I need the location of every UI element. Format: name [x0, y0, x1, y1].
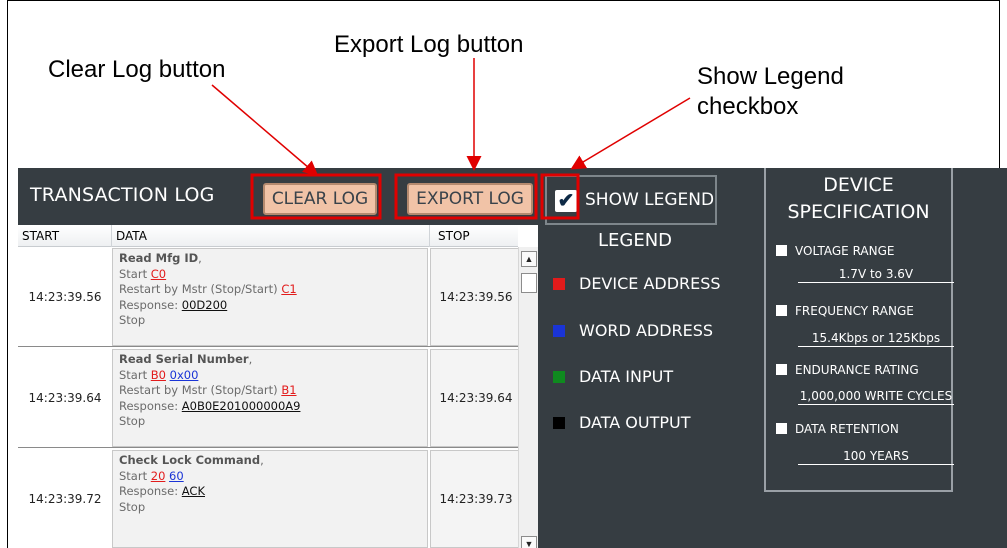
- page-title: TRANSACTION LOG: [30, 184, 215, 206]
- scroll-down-icon[interactable]: ▼: [521, 536, 537, 548]
- spec-label-voltage: VOLTAGE RANGE: [776, 244, 895, 258]
- bullet-icon: [776, 245, 787, 256]
- command-name: Read Serial Number: [119, 352, 249, 366]
- log-header: TRANSACTION LOG CLEAR LOG EXPORT LOG: [18, 168, 538, 225]
- legend-item-data-output: DATA OUTPUT: [553, 413, 691, 433]
- device-address: C0: [150, 266, 167, 281]
- start-time: 14:23:39.64: [28, 391, 102, 405]
- legend-label: DATA OUTPUT: [579, 413, 691, 432]
- legend-label: WORD ADDRESS: [579, 321, 714, 340]
- bullet-icon: [776, 364, 787, 375]
- column-header-stop: STOP: [438, 229, 470, 243]
- column-header-start: START: [22, 229, 60, 243]
- stop-time: 14:23:39.56: [430, 248, 522, 346]
- table-header: START DATA STOP: [18, 225, 518, 247]
- export-log-button[interactable]: EXPORT LOG: [407, 183, 533, 215]
- stop-label: Stop: [119, 499, 146, 514]
- callout-export-log: Export Log button: [334, 31, 524, 58]
- transaction-data: Read Mfg ID, Start C0 Restart by Mstr (S…: [112, 248, 428, 346]
- device-address: C1: [281, 282, 297, 296]
- start-time: 14:23:39.56: [28, 290, 102, 304]
- stop-label: Stop: [119, 414, 146, 428]
- device-address: 20: [150, 468, 166, 483]
- restart-label: Restart by Mstr (Stop/Start): [119, 282, 282, 296]
- spec-label-text: FREQUENCY RANGE: [795, 304, 914, 318]
- response-label: Response:: [119, 297, 182, 312]
- show-legend-toggle[interactable]: ✔ SHOW LEGEND: [545, 175, 717, 225]
- start-label: Start: [119, 266, 151, 281]
- device-address: B0: [150, 367, 166, 382]
- start-label: Start: [119, 367, 151, 382]
- clear-log-button[interactable]: CLEAR LOG: [263, 183, 377, 215]
- callout-clear-log: Clear Log button: [48, 56, 226, 83]
- start-time: 14:23:39.72: [28, 492, 102, 506]
- transaction-log-app: TRANSACTION LOG CLEAR LOG EXPORT LOG ✔ S…: [18, 168, 1007, 548]
- column-divider: [429, 225, 430, 247]
- command-name: Read Mfg ID: [119, 251, 199, 265]
- legend-item-data-input: DATA INPUT: [553, 367, 673, 387]
- column-header-data: DATA: [116, 229, 147, 243]
- response-value: 00D200: [181, 297, 228, 312]
- spec-label-retention: DATA RETENTION: [776, 422, 899, 436]
- device-specification-panel: DEVICE SPECIFICATION VOLTAGE RANGE 1.7V …: [764, 168, 954, 492]
- legend-label: DATA INPUT: [579, 367, 674, 386]
- legend-swatch: [553, 278, 565, 290]
- spec-label-frequency: FREQUENCY RANGE: [776, 304, 914, 318]
- spec-label-text: ENDURANCE RATING: [795, 363, 919, 377]
- table-row[interactable]: 14:23:39.72 Check Lock Command, Start 20…: [18, 449, 522, 548]
- bullet-icon: [776, 423, 787, 434]
- transaction-data: Check Lock Command, Start 20 60 Response…: [112, 450, 428, 548]
- transaction-table: START DATA STOP 14:23:39.56 Read Mfg ID,…: [18, 225, 538, 548]
- spec-value-retention: 100 YEARS: [798, 448, 954, 465]
- stop-time: 14:23:39.73: [430, 450, 522, 548]
- vertical-scrollbar[interactable]: ▲ ▼: [518, 247, 538, 548]
- checkmark-icon[interactable]: ✔: [555, 190, 577, 212]
- word-address: 60: [169, 468, 184, 483]
- legend-swatch: [553, 417, 565, 429]
- spec-label-text: DATA RETENTION: [795, 422, 899, 436]
- device-address: B1: [281, 383, 297, 397]
- scroll-thumb[interactable]: [521, 273, 537, 293]
- table-row[interactable]: 14:23:39.56 Read Mfg ID, Start C0 Restar…: [18, 247, 522, 347]
- word-address: 0x00: [169, 367, 199, 382]
- restart-label: Restart by Mstr (Stop/Start): [119, 383, 282, 397]
- response-label: Response:: [119, 398, 182, 413]
- legend-label: DEVICE ADDRESS: [579, 274, 721, 293]
- spec-value-frequency: 15.4Kbps or 125Kbps: [798, 330, 954, 347]
- response-label: Response:: [119, 484, 182, 498]
- transaction-data: Read Serial Number, Start B0 0x00 Restar…: [112, 349, 428, 447]
- command-name: Check Lock Command: [119, 453, 261, 467]
- stop-time: 14:23:39.64: [430, 349, 522, 447]
- show-legend-label: SHOW LEGEND: [585, 190, 715, 210]
- spec-label-endurance: ENDURANCE RATING: [776, 363, 919, 377]
- table-row[interactable]: 14:23:39.64 Read Serial Number, Start B0…: [18, 348, 522, 448]
- legend-panel: LEGEND DEVICE ADDRESS WORD ADDRESS DATA …: [545, 228, 745, 488]
- stop-label: Stop: [119, 313, 146, 327]
- spec-label-text: VOLTAGE RANGE: [795, 244, 895, 258]
- callout-show-legend: Show Legend checkbox: [697, 63, 844, 120]
- bullet-icon: [776, 305, 787, 316]
- legend-item-word-address: WORD ADDRESS: [553, 321, 713, 341]
- spec-title: DEVICE SPECIFICATION: [787, 174, 930, 223]
- response-value: A0B0E201000000A9: [181, 398, 301, 413]
- start-label: Start: [119, 468, 151, 483]
- spec-value-voltage: 1.7V to 3.6V: [798, 266, 954, 283]
- column-divider: [111, 225, 112, 247]
- legend-swatch: [553, 371, 565, 383]
- legend-swatch: [553, 325, 565, 337]
- spec-value-endurance: 1,000,000 WRITE CYCLES: [798, 389, 954, 405]
- legend-title: LEGEND: [597, 230, 673, 251]
- scroll-up-icon[interactable]: ▲: [521, 251, 537, 267]
- legend-item-device-address: DEVICE ADDRESS: [553, 274, 721, 294]
- response-value: ACK: [181, 484, 206, 498]
